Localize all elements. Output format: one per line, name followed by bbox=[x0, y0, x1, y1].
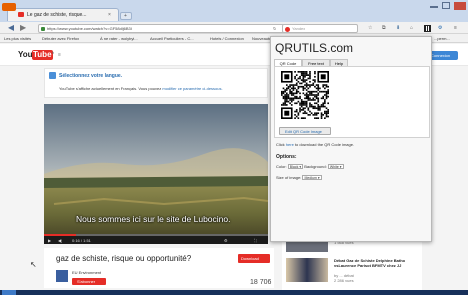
subscribe-button[interactable]: S'abonner bbox=[72, 278, 106, 285]
reload-icon[interactable]: ↻ bbox=[273, 26, 276, 31]
download-label: Download bbox=[241, 256, 259, 261]
toolbar-icons: ☆ ⧉ ⬇ ⌂ ⚙ ≡ bbox=[366, 24, 466, 33]
tab-close-icon[interactable]: × bbox=[108, 12, 111, 18]
banner-text: YouTube s'affiche actuellement en França… bbox=[59, 86, 223, 91]
download-icon[interactable]: ⬇ bbox=[396, 25, 400, 31]
youtube-logo-suffix: fr bbox=[52, 50, 55, 55]
banner-link[interactable]: modifier ce paramètre ci-dessous. bbox=[162, 86, 222, 91]
related-item[interactable]: Débat Gaz de Schiste Delphine Batho vsLa… bbox=[286, 256, 420, 286]
size-label: Size of image: bbox=[276, 175, 302, 180]
qr-code-image[interactable] bbox=[281, 71, 329, 119]
youtube-favicon-icon bbox=[18, 12, 24, 17]
browser-tab[interactable]: Le gaz de schiste, risque... × bbox=[2, 3, 119, 21]
info-icon bbox=[49, 72, 56, 79]
minimize-icon[interactable] bbox=[430, 6, 438, 8]
play-icon[interactable]: ▶ bbox=[48, 238, 51, 243]
youtube-logo-tube: Tube bbox=[32, 50, 53, 60]
size-select[interactable]: Medium ▾ bbox=[302, 175, 322, 181]
menu-icon[interactable]: ≡ bbox=[454, 25, 457, 31]
video-title: gaz de schiste, risque ou opportunité? bbox=[56, 254, 192, 263]
lock-icon bbox=[41, 27, 45, 31]
download-button[interactable]: Download bbox=[238, 254, 270, 263]
subscribe-label: S'abonner bbox=[77, 279, 96, 284]
related-title: Débat Gaz de Schiste Delphine Batho vsLa… bbox=[334, 258, 406, 268]
settings-icon[interactable]: ⚙ bbox=[224, 238, 228, 243]
close-window-icon[interactable] bbox=[454, 2, 466, 10]
related-views: 2 286 vues bbox=[334, 278, 354, 283]
qr-panel: Edit QR Code Image bbox=[274, 66, 430, 138]
mouse-cursor-icon: ↖ bbox=[30, 262, 37, 268]
progress-played bbox=[44, 234, 76, 236]
related-videos: 1 568 vues Débat Gaz de Schiste Delphine… bbox=[282, 240, 422, 290]
yandex-icon bbox=[285, 27, 290, 32]
edit-qr-label: Edit QR Code Image bbox=[285, 129, 322, 134]
progress-bar[interactable] bbox=[44, 234, 268, 236]
signin-label: Connexion bbox=[431, 53, 451, 58]
url-text: https://www.youtube.com/watch?v=GF58dlj6… bbox=[47, 26, 132, 31]
search-placeholder: Yandex bbox=[292, 26, 306, 31]
bookmark-item[interactable]: À ne rater - wolybyi... bbox=[100, 36, 138, 41]
star-icon[interactable]: ☆ bbox=[368, 25, 372, 31]
bookmarks-menu-icon[interactable]: ⧉ bbox=[382, 25, 386, 31]
back-icon[interactable]: ◀ bbox=[8, 24, 14, 32]
firefox-menu-icon[interactable] bbox=[2, 3, 16, 11]
volume-icon[interactable]: ◀) bbox=[58, 238, 62, 243]
video-subtitle: Nous sommes ici sur le site de Lubocino. bbox=[76, 214, 231, 224]
qr-extension-icon[interactable] bbox=[424, 25, 431, 32]
guide-menu-icon[interactable]: ≡ bbox=[58, 52, 61, 58]
view-count: 18 706 bbox=[250, 279, 272, 286]
search-box[interactable]: Yandex bbox=[282, 24, 358, 33]
related-thumbnail bbox=[286, 242, 328, 252]
taskbar bbox=[0, 290, 468, 295]
addon-icon[interactable]: ⚙ bbox=[438, 25, 442, 31]
video-controls: ▶ ◀) 0:16 / 1:51 ⚙ ⛶ bbox=[44, 234, 268, 244]
banner-title: Sélectionnez votre langue. bbox=[59, 73, 123, 79]
bookmark-item[interactable]: Débuter avec Firefox bbox=[42, 36, 79, 41]
size-row: Size of image: Medium ▾ bbox=[276, 174, 322, 181]
signin-button[interactable]: Connexion bbox=[428, 51, 458, 60]
bookmark-item[interactable]: Hotels / Connexion bbox=[210, 36, 244, 41]
download-instructions: Click here to download the QR Code image… bbox=[276, 142, 355, 147]
bookmark-item[interactable]: Accueil Particuliers - C... bbox=[150, 36, 194, 41]
options-label: Options: bbox=[276, 154, 297, 160]
download-here-link[interactable]: here bbox=[286, 142, 294, 147]
fullscreen-icon[interactable]: ⛶ bbox=[254, 238, 257, 243]
background-select[interactable]: White ▾ bbox=[327, 164, 344, 170]
background-label: Background: bbox=[304, 164, 327, 169]
language-banner: Sélectionnez votre langue. YouTube s'aff… bbox=[44, 68, 268, 98]
video-player[interactable]: Nous sommes ici sur le site de Lubocino. bbox=[44, 104, 268, 244]
related-item[interactable]: 1 568 vues bbox=[286, 240, 420, 254]
video-time: 0:16 / 1:51 bbox=[72, 238, 91, 243]
channel-avatar[interactable] bbox=[56, 270, 68, 282]
browser-titlebar: Le gaz de schiste, risque... × + bbox=[0, 0, 468, 22]
bookmark-item[interactable]: ...perm... bbox=[434, 36, 450, 41]
bookmark-item[interactable]: Nouveauté bbox=[252, 36, 271, 41]
color-select[interactable]: Black ▾ bbox=[287, 164, 304, 170]
home-icon[interactable]: ⌂ bbox=[410, 25, 413, 31]
window-controls bbox=[430, 2, 466, 10]
start-button[interactable] bbox=[2, 290, 16, 295]
channel-name[interactable]: EU Environment bbox=[72, 270, 101, 275]
color-row: Color: Black ▾ Background: White ▾ bbox=[276, 163, 344, 170]
forward-icon[interactable]: ▶ bbox=[20, 24, 26, 32]
video-info: gaz de schiste, risque ou opportunité? D… bbox=[44, 248, 274, 288]
youtube-logo[interactable]: You Tube fr bbox=[18, 50, 54, 61]
color-label: Color: bbox=[276, 164, 287, 169]
youtube-logo-you: You bbox=[18, 50, 33, 59]
new-tab-button[interactable]: + bbox=[120, 12, 132, 20]
maximize-icon[interactable] bbox=[442, 2, 450, 9]
popup-title: QRUTILS.com bbox=[275, 41, 354, 55]
related-thumbnail bbox=[286, 258, 328, 282]
edit-qr-button[interactable]: Edit QR Code Image bbox=[279, 127, 331, 135]
bookmark-item[interactable]: Les plus visités bbox=[4, 36, 31, 41]
tab-title: Le gaz de schiste, risque... bbox=[27, 12, 87, 18]
